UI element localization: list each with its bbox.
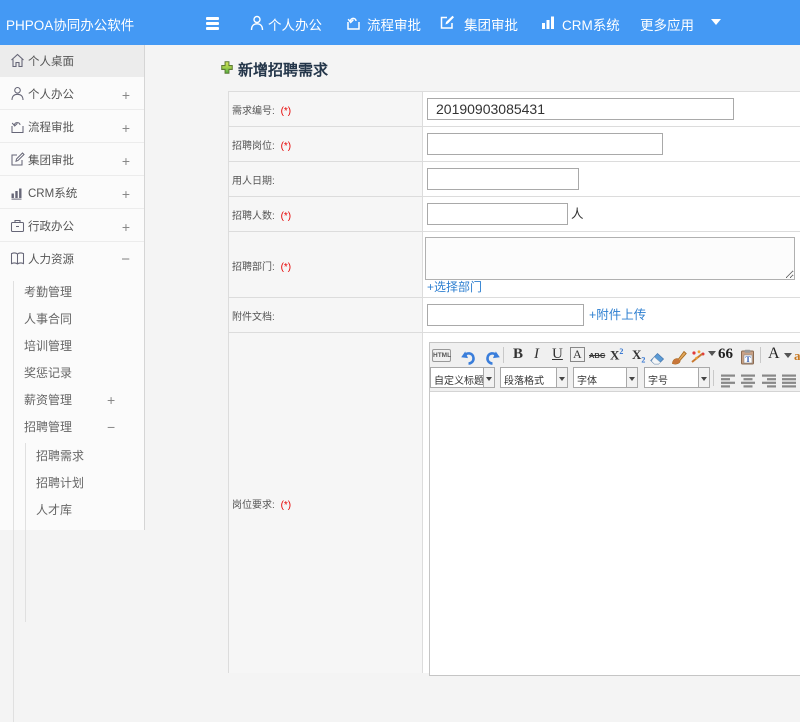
svg-text:T: T <box>745 355 751 364</box>
